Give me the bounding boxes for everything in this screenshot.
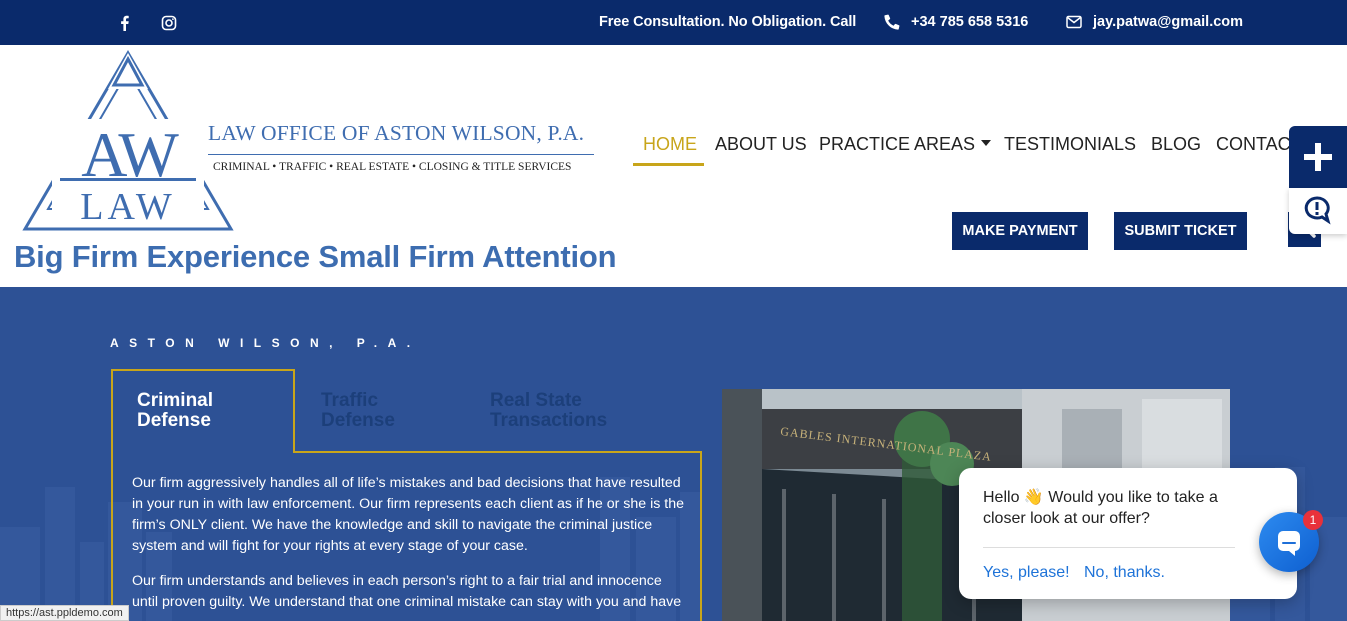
phone-link[interactable]: +34 785 658 5316 — [911, 14, 1028, 30]
tab-paragraph: Our firm aggressively handles all of lif… — [132, 475, 684, 554]
expand-widget-button[interactable] — [1289, 126, 1347, 188]
nav-item-practice-areas-label: PRACTICE AREAS — [819, 134, 976, 154]
nav-item-testimonials[interactable]: TESTIMONIALS — [1004, 134, 1136, 155]
nav-item-home[interactable]: HOME — [643, 134, 697, 155]
top-bar: Free Consultation. No Obligation. Call +… — [0, 0, 1347, 45]
chat-message: Hello 👋 Would you like to take a closer … — [983, 489, 1218, 527]
tab-real-state-transactions[interactable]: Real State Transactions — [490, 391, 607, 431]
submit-ticket-button[interactable]: SUBMIT TICKET — [1114, 212, 1247, 250]
firm-name: LAW OFFICE OF ASTON WILSON, P.A. — [208, 121, 585, 145]
tab-real-state-line1: Real State — [490, 390, 582, 411]
phone-icon — [884, 14, 900, 30]
help-chat-button[interactable] — [1289, 188, 1347, 234]
nav-active-underline — [633, 163, 704, 166]
instagram-icon[interactable] — [160, 14, 178, 32]
tab-traffic-defense[interactable]: Traffic Defense — [321, 391, 395, 431]
nav-item-practice-areas[interactable]: PRACTICE AREAS — [819, 134, 992, 155]
tagline: Big Firm Experience Small Firm Attention — [14, 239, 617, 274]
status-bar-url: https://ast.ppldemo.com — [0, 605, 129, 621]
caret-down-icon — [981, 140, 992, 147]
free-consultation-text: Free Consultation. No Obligation. Call — [599, 14, 857, 30]
tab-criminal-defense-line2: Defense — [137, 410, 211, 431]
plus-icon — [1304, 143, 1332, 171]
tab-criminal-defense[interactable]: Criminal Defense — [137, 391, 213, 431]
facebook-icon[interactable] — [116, 14, 134, 32]
envelope-icon — [1066, 15, 1082, 29]
tab-real-state-line2: Transactions — [490, 410, 608, 431]
chat-unread-badge: 1 — [1303, 510, 1323, 530]
chat-no-button[interactable]: No, thanks. — [1084, 564, 1165, 582]
chat-divider — [983, 547, 1235, 548]
nav-item-about-us[interactable]: ABOUT US — [715, 134, 807, 155]
email-link[interactable]: jay.patwa@gmail.com — [1093, 14, 1243, 30]
aw-law-logo[interactable]: AW LAW — [22, 49, 234, 231]
tab-traffic-defense-line1: Traffic — [321, 390, 379, 411]
firm-name-divider — [208, 154, 594, 155]
tab-paragraph: Our firm understands and believes in eac… — [132, 573, 682, 610]
nav-item-blog[interactable]: BLOG — [1151, 134, 1201, 155]
make-payment-button[interactable]: MAKE PAYMENT — [952, 212, 1088, 250]
firm-services: CRIMINAL • TRAFFIC • REAL ESTATE • CLOSI… — [213, 161, 572, 173]
side-widget — [1289, 126, 1347, 234]
site-header: AW LAW LAW OFFICE OF ASTON WILSON, P.A. … — [0, 45, 1347, 287]
help-chat-icon — [1304, 196, 1331, 225]
tab-criminal-defense-line1: Criminal — [137, 390, 214, 411]
logo-mark-law: LAW — [80, 186, 175, 228]
tab-traffic-defense-line2: Defense — [321, 410, 395, 431]
tab-content: Our firm aggressively handles all of lif… — [132, 473, 684, 621]
chat-popup: Hello 👋 Would you like to take a closer … — [959, 468, 1297, 599]
chat-yes-button[interactable]: Yes, please! — [983, 564, 1070, 582]
